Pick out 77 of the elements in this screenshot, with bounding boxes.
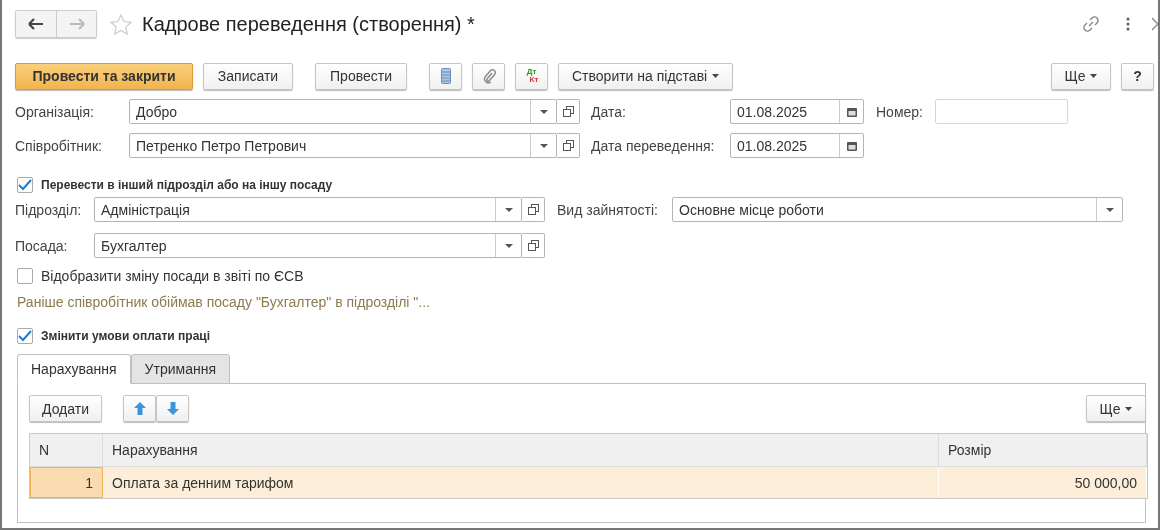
help-button[interactable]: ? [1121, 62, 1154, 90]
table-cell: 1 [30, 467, 103, 498]
field-label: Вид зайнятості: [557, 201, 659, 218]
caret-icon [1125, 406, 1133, 411]
field-label: Дата переведення: [591, 137, 716, 154]
field-label: Підрозділ: [15, 201, 83, 218]
open-icon [562, 106, 574, 117]
forward-arrow-icon [68, 18, 85, 30]
ledger-icon: Дт Кт [524, 68, 539, 84]
column-header[interactable]: Розмір [939, 434, 1147, 467]
checkmark-icon [18, 179, 32, 191]
caret-icon [539, 143, 548, 148]
more-options-icon[interactable] [1126, 17, 1130, 31]
move-down-button[interactable] [156, 395, 189, 422]
open-button[interactable] [557, 133, 580, 158]
caret-icon [712, 74, 720, 78]
list-icon [440, 68, 451, 84]
star-icon[interactable] [110, 13, 132, 35]
create-based-on-button[interactable]: Створити на підставі [558, 62, 734, 90]
tab[interactable]: Нарахування [17, 354, 131, 384]
list-button[interactable] [429, 62, 462, 90]
table-row[interactable]: 1 Оплата за денним тарифом 50 000,00 [30, 467, 1147, 498]
field-label: Дата: [591, 103, 627, 120]
tab[interactable]: Утримання [130, 354, 230, 384]
caret-icon [504, 207, 513, 212]
date-field[interactable]: 01.08.2025 [730, 133, 864, 158]
post-button[interactable]: Провести [315, 62, 407, 90]
paperclip-icon [481, 68, 496, 84]
select-field[interactable]: Адміністрація [94, 197, 522, 222]
add-button[interactable]: Додати [29, 395, 102, 422]
open-button[interactable] [522, 197, 545, 222]
calendar-icon [846, 106, 857, 117]
field-label: Посада: [15, 237, 69, 254]
date-field[interactable]: 01.08.2025 [730, 99, 864, 124]
open-button[interactable] [522, 233, 545, 258]
move-up-button[interactable] [123, 395, 156, 422]
field-label: Організація: [15, 103, 95, 120]
back-button[interactable] [16, 11, 56, 37]
info-text: Раніше співробітник обіймав посаду "Бухгалтер" в підрозділі "... [16, 294, 431, 310]
calendar-icon [846, 140, 857, 151]
attachment-button[interactable] [472, 62, 505, 90]
checkmark-icon [18, 330, 32, 342]
select-field[interactable]: Добро [129, 99, 557, 124]
checkbox-label: Перевести в інший підрозділ або на іншу посаду [41, 178, 333, 192]
column-header[interactable]: Нарахування [103, 434, 939, 467]
save-button[interactable]: Записати [203, 62, 293, 90]
select-field[interactable]: Основне місце роботи [672, 197, 1123, 222]
caret-icon [504, 243, 513, 248]
link-icon[interactable] [1082, 15, 1100, 33]
caret-icon [1090, 74, 1098, 78]
open-icon [527, 240, 539, 251]
checkbox-label: Відобразити зміну посади в звіті по ЄСВ [41, 268, 304, 284]
select-field[interactable]: Бухгалтер [94, 233, 522, 258]
down-arrow-icon [166, 402, 179, 415]
caret-icon [1105, 207, 1114, 212]
open-icon [527, 204, 539, 215]
field-label: Співробітник: [15, 137, 103, 154]
checkbox[interactable] [17, 328, 33, 344]
up-arrow-icon [133, 402, 146, 415]
post-and-close-button[interactable]: Провести та закрити [15, 62, 193, 90]
more-button[interactable]: Ще [1086, 395, 1146, 422]
open-button[interactable] [557, 99, 580, 124]
checkbox[interactable] [17, 268, 33, 284]
caret-icon [539, 109, 548, 114]
ledger-button[interactable]: Дт Кт [515, 62, 548, 90]
number-field[interactable] [935, 99, 1068, 124]
window-title: Кадрове переведення (створення) * [142, 12, 475, 36]
open-icon [562, 140, 574, 151]
checkbox-label: Змінити умови оплати праці [41, 329, 211, 343]
column-header[interactable]: N [30, 434, 103, 467]
more-button[interactable]: Ще [1051, 62, 1111, 90]
table-cell: Оплата за денним тарифом [103, 467, 939, 498]
table-cell: 50 000,00 [939, 467, 1147, 498]
select-field[interactable]: Петренко Петро Петрович [129, 133, 557, 158]
field-label: Номер: [876, 103, 924, 120]
back-arrow-icon [28, 18, 44, 30]
checkbox[interactable] [17, 177, 33, 193]
